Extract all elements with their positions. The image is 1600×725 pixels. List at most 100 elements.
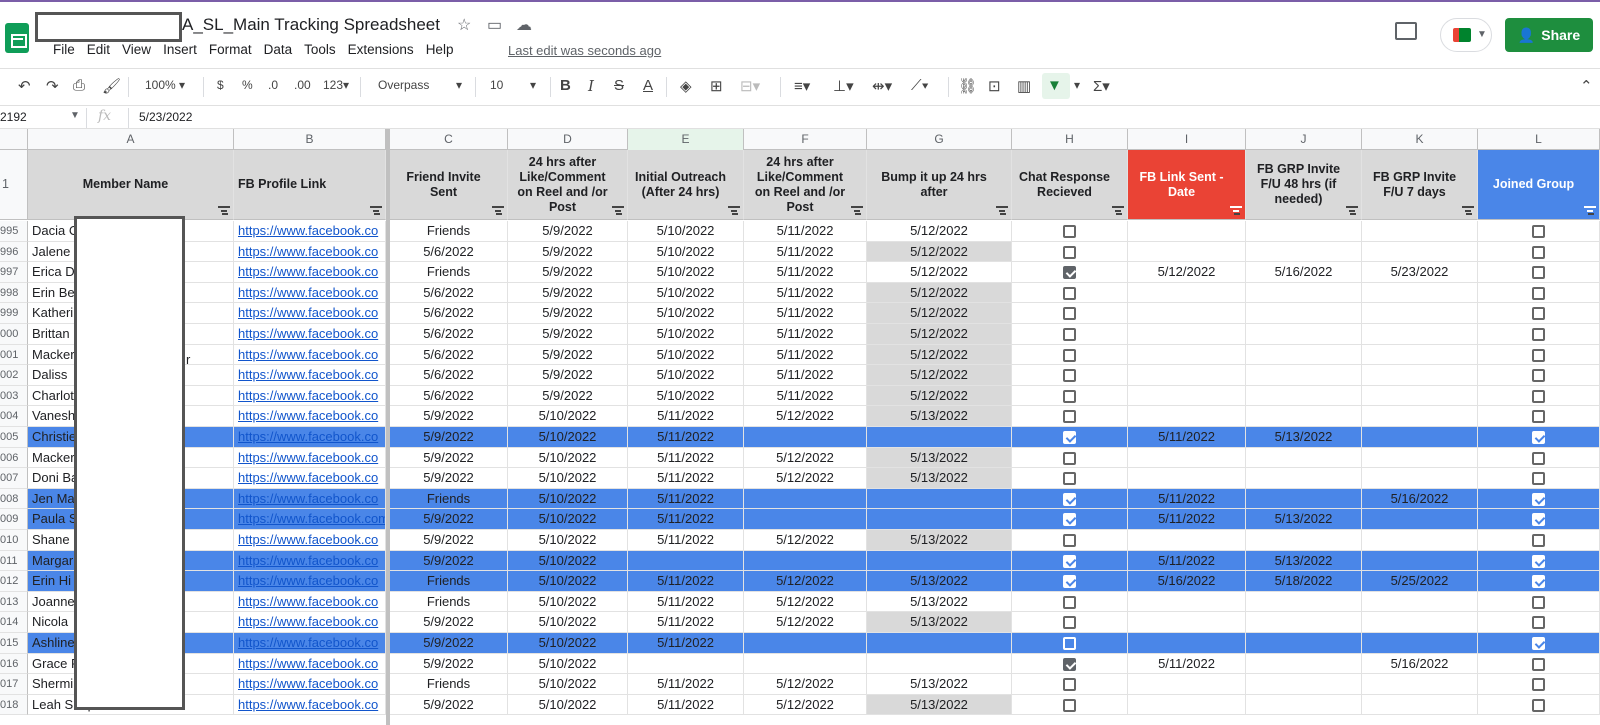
fb-profile-link[interactable]: https://www.facebook.co (234, 674, 386, 695)
row-number[interactable]: 005 (0, 427, 28, 448)
grp-invite-48-cell[interactable] (1246, 365, 1362, 386)
friend-invite-cell[interactable]: Friends (390, 221, 508, 242)
date-cell[interactable]: 5/9/2022 (508, 385, 628, 407)
grp-invite-7-cell[interactable] (1362, 612, 1478, 633)
column-header-e[interactable]: E (628, 129, 744, 150)
date-cell[interactable]: 5/9/2022 (508, 303, 628, 324)
bump-cell[interactable] (867, 427, 1012, 448)
functions-icon[interactable]: Σ▾ (1093, 77, 1110, 95)
checkbox[interactable] (1532, 410, 1545, 424)
bump-cell[interactable]: 5/12/2022 (867, 344, 1012, 366)
initial-outreach-cell[interactable]: 5/10/2022 (628, 221, 744, 242)
date-cell[interactable]: 5/11/2022 (744, 385, 867, 407)
bump-cell[interactable] (867, 653, 1012, 675)
date-cell[interactable]: 5/10/2022 (508, 633, 628, 654)
checkbox[interactable] (1063, 225, 1076, 238)
friend-invite-cell[interactable]: 5/9/2022 (390, 509, 508, 530)
chevron-down-icon[interactable]: ▾ (530, 78, 536, 92)
checkbox[interactable] (1063, 410, 1076, 424)
checkbox[interactable] (1532, 307, 1545, 321)
fb-link-sent-cell[interactable] (1128, 674, 1246, 695)
header-initial-outreach[interactable]: Initial Outreach (After 24 hrs) (628, 150, 744, 220)
move-folder-icon[interactable]: ▭ (487, 15, 502, 35)
fb-link-sent-cell[interactable] (1128, 385, 1246, 407)
checkbox[interactable] (1532, 245, 1545, 259)
grp-invite-7-cell[interactable] (1362, 591, 1478, 613)
fb-link-sent-cell[interactable]: 5/16/2022 (1128, 571, 1246, 592)
friend-invite-cell[interactable]: 5/9/2022 (390, 633, 508, 654)
joined-group-checkbox[interactable] (1478, 571, 1600, 592)
chat-response-checkbox[interactable] (1012, 571, 1128, 592)
increase-decimal-button[interactable]: .00 (294, 78, 311, 92)
date-cell[interactable]: 5/10/2022 (508, 591, 628, 613)
undo-icon[interactable]: ↶ (18, 77, 31, 95)
checkbox[interactable] (1532, 225, 1545, 238)
menu-data[interactable]: Data (264, 42, 299, 57)
filter-icon[interactable] (1112, 206, 1124, 214)
row-number[interactable]: 998 (0, 282, 28, 304)
joined-group-checkbox[interactable] (1478, 612, 1600, 633)
filter-icon[interactable]: ▼ (1047, 77, 1062, 94)
friend-invite-cell[interactable]: 5/6/2022 (390, 365, 508, 386)
initial-outreach-cell[interactable]: 5/11/2022 (628, 694, 744, 716)
header-friend-invite[interactable]: Friend Invite Sent (390, 150, 508, 220)
bump-cell[interactable]: 5/13/2022 (867, 447, 1012, 469)
chat-response-checkbox[interactable] (1012, 488, 1128, 510)
menu-view[interactable]: View (122, 42, 157, 57)
fb-link-sent-cell[interactable] (1128, 694, 1246, 716)
checkbox[interactable] (1063, 369, 1076, 383)
checkbox[interactable] (1532, 595, 1545, 609)
friend-invite-cell[interactable]: 5/9/2022 (390, 427, 508, 448)
bump-cell[interactable]: 5/12/2022 (867, 262, 1012, 283)
date-cell[interactable] (744, 550, 867, 572)
bump-cell[interactable] (867, 509, 1012, 530)
chat-response-checkbox[interactable] (1012, 324, 1128, 345)
date-cell[interactable]: 5/9/2022 (508, 344, 628, 366)
fb-link-sent-cell[interactable] (1128, 221, 1246, 242)
text-rotation-icon[interactable]: ⟋▾ (911, 77, 929, 94)
grp-invite-48-cell[interactable] (1246, 488, 1362, 510)
fb-link-sent-cell[interactable] (1128, 344, 1246, 366)
fb-link-sent-cell[interactable]: 5/11/2022 (1128, 509, 1246, 530)
column-header-a[interactable]: A (28, 129, 234, 150)
checkbox[interactable] (1532, 616, 1545, 630)
checkbox[interactable] (1532, 698, 1545, 712)
date-cell[interactable]: 5/10/2022 (508, 488, 628, 510)
checkbox[interactable] (1063, 348, 1076, 362)
grp-invite-48-cell[interactable] (1246, 653, 1362, 675)
fb-link-sent-cell[interactable] (1128, 530, 1246, 551)
initial-outreach-cell[interactable]: 5/11/2022 (628, 633, 744, 654)
grp-invite-48-cell[interactable] (1246, 591, 1362, 613)
grp-invite-48-cell[interactable] (1246, 674, 1362, 695)
checkbox[interactable] (1532, 678, 1545, 692)
checkbox[interactable] (1063, 637, 1076, 650)
decrease-decimal-button[interactable]: .0 (268, 78, 278, 92)
grp-invite-7-cell[interactable]: 5/25/2022 (1362, 571, 1478, 592)
joined-group-checkbox[interactable] (1478, 468, 1600, 489)
grp-invite-48-cell[interactable] (1246, 447, 1362, 469)
initial-outreach-cell[interactable]: 5/11/2022 (628, 591, 744, 613)
chevron-down-icon[interactable]: ▼ (70, 110, 80, 121)
chat-response-checkbox[interactable] (1012, 447, 1128, 469)
joined-group-checkbox[interactable] (1478, 241, 1600, 263)
friend-invite-cell[interactable]: Friends (390, 674, 508, 695)
date-cell[interactable]: 5/11/2022 (744, 262, 867, 283)
joined-group-checkbox[interactable] (1478, 344, 1600, 366)
grp-invite-48-cell[interactable] (1246, 694, 1362, 716)
grp-invite-7-cell[interactable]: 5/23/2022 (1362, 262, 1478, 283)
date-cell[interactable]: 5/10/2022 (508, 571, 628, 592)
date-cell[interactable]: 5/11/2022 (744, 221, 867, 242)
text-color-icon[interactable]: A (643, 77, 653, 94)
grp-invite-7-cell[interactable] (1362, 241, 1478, 263)
insert-chart-icon[interactable]: ▥ (1017, 77, 1031, 95)
initial-outreach-cell[interactable]: 5/11/2022 (628, 530, 744, 551)
initial-outreach-cell[interactable]: 5/10/2022 (628, 324, 744, 345)
header-fb-profile-link[interactable]: FB Profile Link (234, 150, 386, 220)
grp-invite-7-cell[interactable] (1362, 530, 1478, 551)
vertical-align-icon[interactable]: ⊥▾ (833, 77, 854, 95)
bump-cell[interactable]: 5/12/2022 (867, 324, 1012, 345)
fb-profile-link[interactable]: https://www.facebook.co (234, 221, 386, 242)
grp-invite-48-cell[interactable] (1246, 303, 1362, 324)
menu-edit[interactable]: Edit (87, 42, 116, 57)
grp-invite-7-cell[interactable]: 5/16/2022 (1362, 488, 1478, 510)
